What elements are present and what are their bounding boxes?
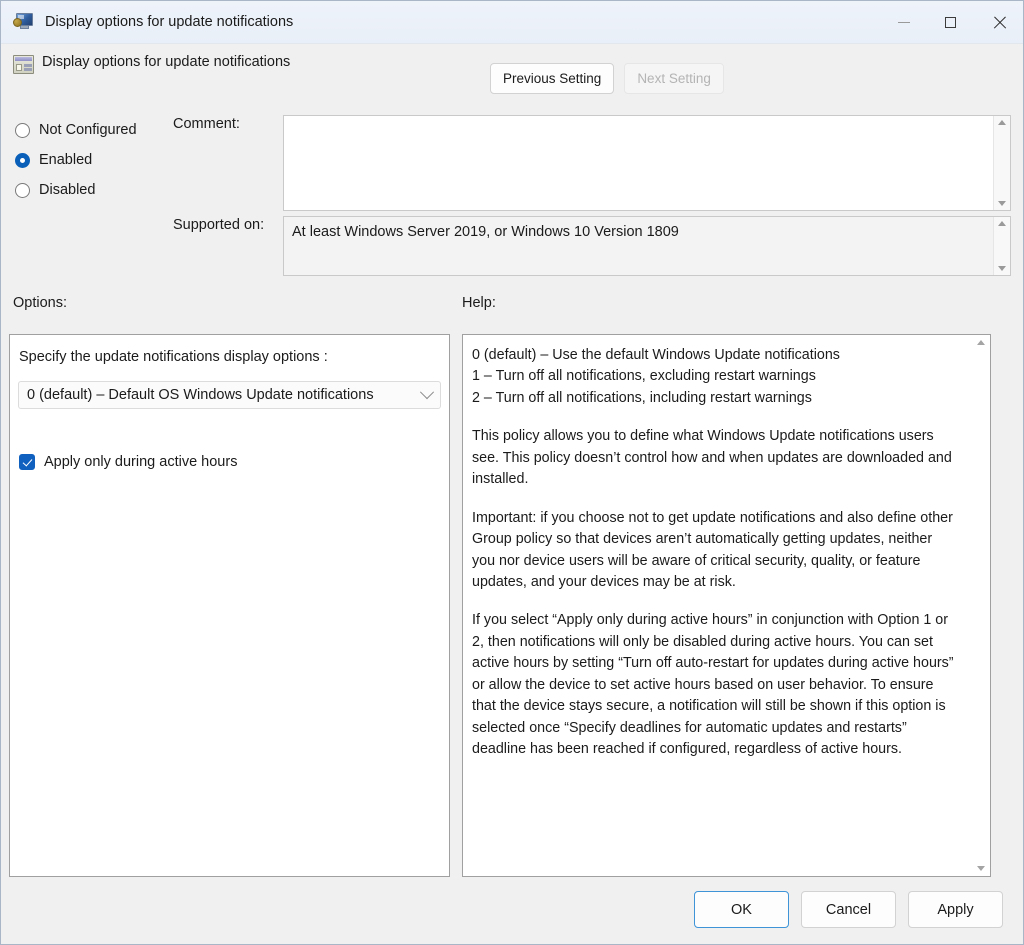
policy-setting-icon <box>13 55 34 74</box>
help-paragraph: 0 (default) – Use the default Windows Up… <box>472 345 959 409</box>
setting-prompt-label: Specify the update notifications display… <box>19 349 328 365</box>
help-paragraph: If you select “Apply only during active … <box>472 610 959 760</box>
radio-enabled[interactable]: Enabled <box>15 147 137 173</box>
help-panel: 0 (default) – Use the default Windows Up… <box>462 334 991 877</box>
apply-button[interactable]: Apply <box>908 891 1003 928</box>
policy-title: Display options for update notifications <box>42 54 290 70</box>
radio-not-configured[interactable]: Not Configured <box>15 117 137 143</box>
notification-options-dropdown[interactable]: 0 (default) – Default OS Windows Update … <box>18 381 441 409</box>
window-controls <box>881 1 1024 44</box>
group-policy-editor-icon <box>13 13 35 31</box>
state-radio-group: Not Configured Enabled Disabled <box>15 117 137 207</box>
chevron-down-icon <box>420 385 434 399</box>
ok-button[interactable]: OK <box>694 891 789 928</box>
previous-setting-button[interactable]: Previous Setting <box>490 63 614 94</box>
supported-on-label: Supported on: <box>173 217 264 233</box>
scroll-up-icon[interactable] <box>998 120 1006 125</box>
maximize-icon <box>945 17 956 28</box>
radio-enabled-label: Enabled <box>39 152 92 168</box>
dialog-footer: OK Cancel Apply <box>1 878 1024 944</box>
window-title: Display options for update notifications <box>45 14 293 30</box>
comment-scrollbar[interactable] <box>993 116 1010 210</box>
options-section-label: Options: <box>13 295 67 311</box>
active-hours-checkbox[interactable] <box>19 454 35 470</box>
scroll-down-icon[interactable] <box>977 866 985 871</box>
policy-setting-dialog: Display options for update notifications… <box>0 0 1024 945</box>
radio-disabled[interactable]: Disabled <box>15 177 137 203</box>
comment-textarea[interactable] <box>283 115 1011 211</box>
minimize-icon <box>898 22 910 23</box>
dialog-actions: OK Cancel Apply <box>694 891 1003 928</box>
comment-label: Comment: <box>173 116 240 132</box>
help-paragraph: Important: if you choose not to get upda… <box>472 508 959 594</box>
comment-value <box>284 116 993 210</box>
scroll-down-icon[interactable] <box>998 266 1006 271</box>
supported-on-scrollbar[interactable] <box>993 217 1010 275</box>
radio-enabled-indicator <box>15 153 30 168</box>
help-text: 0 (default) – Use the default Windows Up… <box>463 335 971 876</box>
supported-on-value: At least Windows Server 2019, or Windows… <box>284 217 993 275</box>
active-hours-checkbox-row[interactable]: Apply only during active hours <box>19 454 237 470</box>
close-button[interactable] <box>973 1 1024 44</box>
scroll-up-icon[interactable] <box>998 221 1006 226</box>
notification-options-value: 0 (default) – Default OS Windows Update … <box>27 387 422 403</box>
scroll-down-icon[interactable] <box>998 201 1006 206</box>
radio-not-configured-label: Not Configured <box>39 122 137 138</box>
radio-disabled-label: Disabled <box>39 182 95 198</box>
active-hours-label: Apply only during active hours <box>44 454 237 470</box>
supported-on-field: At least Windows Server 2019, or Windows… <box>283 216 1011 276</box>
cancel-button[interactable]: Cancel <box>801 891 896 928</box>
scroll-up-icon[interactable] <box>977 340 985 345</box>
title-bar: Display options for update notifications <box>1 1 1024 44</box>
radio-not-configured-indicator <box>15 123 30 138</box>
setting-navigation: Previous Setting Next Setting <box>490 63 724 94</box>
minimize-button[interactable] <box>881 1 927 44</box>
help-section-label: Help: <box>462 295 496 311</box>
close-icon <box>992 15 1007 30</box>
maximize-button[interactable] <box>927 1 973 44</box>
options-panel: Specify the update notifications display… <box>9 334 450 877</box>
help-scrollbar[interactable] <box>972 335 990 876</box>
radio-disabled-indicator <box>15 183 30 198</box>
next-setting-button[interactable]: Next Setting <box>624 63 724 94</box>
help-paragraph: This policy allows you to define what Wi… <box>472 426 959 490</box>
